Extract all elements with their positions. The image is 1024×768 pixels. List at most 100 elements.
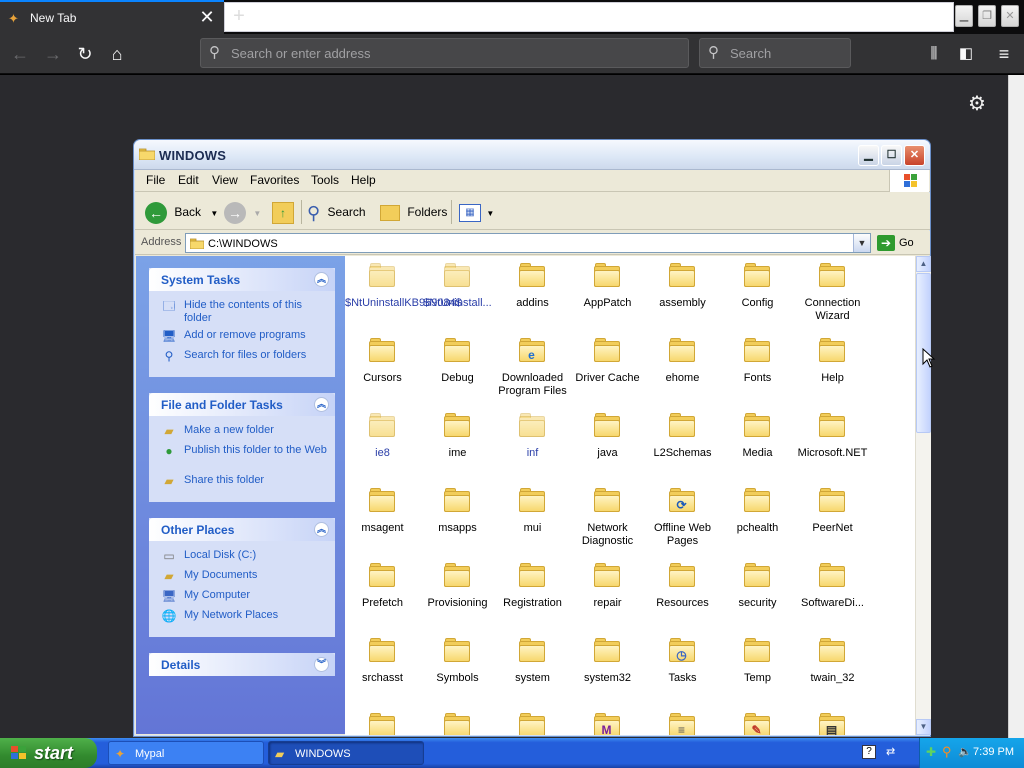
place-local-disk[interactable]: ▭ Local Disk (C:) [161, 549, 329, 569]
menu-edit[interactable]: Edit [178, 173, 199, 187]
hamburger-menu-icon[interactable]: ≡ [990, 40, 1018, 68]
scroll-down-icon[interactable]: ▼ [916, 719, 931, 735]
task-new-folder[interactable]: ▰ Make a new folder [161, 424, 329, 444]
task-hide-contents[interactable]: 🗔 Hide the contents of this folder [161, 299, 329, 329]
home-icon[interactable]: ⌂ [103, 40, 131, 68]
scroll-up-icon[interactable]: ▲ [916, 256, 931, 272]
views-button[interactable]: ▦ ▼ [459, 199, 494, 225]
file-item[interactable]: msapps [420, 486, 495, 535]
file-folder-tasks-header[interactable]: File and Folder Tasks ︽ [149, 393, 335, 416]
expand-icon[interactable]: ︾ [314, 657, 329, 672]
file-item[interactable]: java [570, 411, 645, 460]
browser-scrollbar[interactable] [1008, 75, 1024, 738]
back-arrow-icon[interactable]: ← [6, 40, 34, 68]
window-title-bar[interactable]: WINDOWS ▁ ☐ ✕ [134, 140, 930, 170]
search-icon[interactable]: ⚲ [942, 744, 952, 760]
file-item[interactable]: ≡ [645, 711, 720, 735]
chevron-down-icon[interactable]: ▼ [253, 209, 261, 218]
task-add-remove-programs[interactable]: 🖥 Add or remove programs [161, 329, 329, 349]
lang-icon[interactable]: ⇄ [886, 745, 895, 758]
file-item[interactable]: srchasst [345, 636, 420, 685]
file-item[interactable]: ime [420, 411, 495, 460]
file-item[interactable]: mui [495, 486, 570, 535]
file-item[interactable]: Microsoft.NET [795, 411, 870, 460]
network-icon[interactable]: ✚ [926, 745, 936, 759]
file-item[interactable]: ⟳ Offline Web Pages [645, 486, 720, 548]
file-item[interactable]: repair [570, 561, 645, 610]
place-my-computer[interactable]: 🖥 My Computer [161, 589, 329, 609]
file-item[interactable]: system [495, 636, 570, 685]
menu-file[interactable]: File [146, 173, 165, 187]
chevron-down-icon[interactable]: ▼ [853, 234, 870, 252]
help-icon[interactable]: ? [862, 745, 876, 759]
file-item[interactable]: Debug [420, 336, 495, 385]
details-header[interactable]: Details ︾ [149, 653, 335, 676]
collapse-icon[interactable]: ︽ [314, 522, 329, 537]
file-item[interactable]: Prefetch [345, 561, 420, 610]
minimize-button[interactable]: ▁ [858, 145, 879, 166]
taskbar-item-mypal[interactable]: ✦ Mypal [108, 741, 264, 765]
menu-favorites[interactable]: Favorites [250, 173, 299, 187]
url-bar[interactable]: ⚲ [200, 38, 689, 68]
file-item[interactable]: AppPatch [570, 261, 645, 310]
file-item[interactable]: addins [495, 261, 570, 310]
url-input[interactable] [231, 44, 671, 62]
file-item[interactable]: ◷ Tasks [645, 636, 720, 685]
search-input[interactable] [730, 44, 840, 62]
file-view-scrollbar[interactable]: ▲ ▼ [915, 256, 931, 735]
file-item[interactable] [420, 711, 495, 735]
collapse-icon[interactable]: ︽ [314, 397, 329, 412]
file-item[interactable]: $NtUninstall... [420, 261, 495, 310]
file-item[interactable]: Config [720, 261, 795, 310]
browser-minimize-button[interactable]: ▁ [955, 5, 973, 27]
file-item[interactable]: M [570, 711, 645, 735]
close-button[interactable]: ✕ [904, 145, 925, 166]
file-item[interactable]: Provisioning [420, 561, 495, 610]
other-places-header[interactable]: Other Places ︽ [149, 518, 335, 541]
file-item[interactable]: L2Schemas [645, 411, 720, 460]
file-item[interactable]: system32 [570, 636, 645, 685]
file-item[interactable]: PeerNet [795, 486, 870, 535]
system-tasks-header[interactable]: System Tasks ︽ [149, 268, 335, 291]
file-item[interactable]: security [720, 561, 795, 610]
maximize-button[interactable]: ☐ [881, 145, 902, 166]
tab-close-icon[interactable]: ✕ [198, 7, 216, 27]
file-item[interactable]: Driver Cache [570, 336, 645, 385]
task-share-folder[interactable]: ▰ Share this folder [161, 474, 329, 494]
browser-restore-button[interactable]: ❐ [978, 5, 996, 27]
file-item[interactable]: Temp [720, 636, 795, 685]
file-item[interactable]: Fonts [720, 336, 795, 385]
file-item[interactable]: Resources [645, 561, 720, 610]
file-item[interactable]: assembly [645, 261, 720, 310]
task-publish-web[interactable]: ● Publish this folder to the Web [161, 444, 329, 474]
menu-view[interactable]: View [212, 173, 238, 187]
sidebar-icon[interactable]: ◧ [952, 40, 980, 68]
browser-close-button[interactable]: ✕ [1001, 5, 1019, 27]
taskbar-item-windows[interactable]: ▰ WINDOWS [268, 741, 424, 765]
place-my-documents[interactable]: ▰ My Documents [161, 569, 329, 589]
menu-help[interactable]: Help [351, 173, 376, 187]
address-field[interactable]: ▼ [185, 233, 871, 253]
chevron-down-icon[interactable]: ▼ [486, 209, 494, 218]
browser-tab[interactable]: ✦ New Tab ✕ [0, 0, 224, 34]
chevron-down-icon[interactable]: ▼ [210, 209, 218, 218]
gear-icon[interactable]: ⚙ [966, 93, 988, 115]
file-item[interactable]: Registration [495, 561, 570, 610]
file-item[interactable]: msagent [345, 486, 420, 535]
library-icon[interactable]: ⫼ [920, 40, 948, 68]
file-item[interactable]: inf [495, 411, 570, 460]
menu-tools[interactable]: Tools [311, 173, 339, 187]
file-item[interactable]: Media [720, 411, 795, 460]
file-item[interactable]: Connection Wizard [795, 261, 870, 323]
file-item[interactable]: ehome [645, 336, 720, 385]
address-input[interactable] [208, 236, 828, 251]
task-search-files[interactable]: ⚲ Search for files or folders [161, 349, 329, 369]
go-button[interactable]: ➔ Go [877, 233, 914, 253]
file-item[interactable] [345, 711, 420, 735]
search-bar[interactable]: ⚲ [699, 38, 851, 68]
forward-button[interactable]: → ▼ [224, 199, 261, 225]
speaker-icon[interactable]: 🔈 [958, 745, 972, 758]
file-item[interactable]: e Downloaded Program Files [495, 336, 570, 398]
file-item[interactable] [495, 711, 570, 735]
file-item[interactable]: ▤ [795, 711, 870, 735]
